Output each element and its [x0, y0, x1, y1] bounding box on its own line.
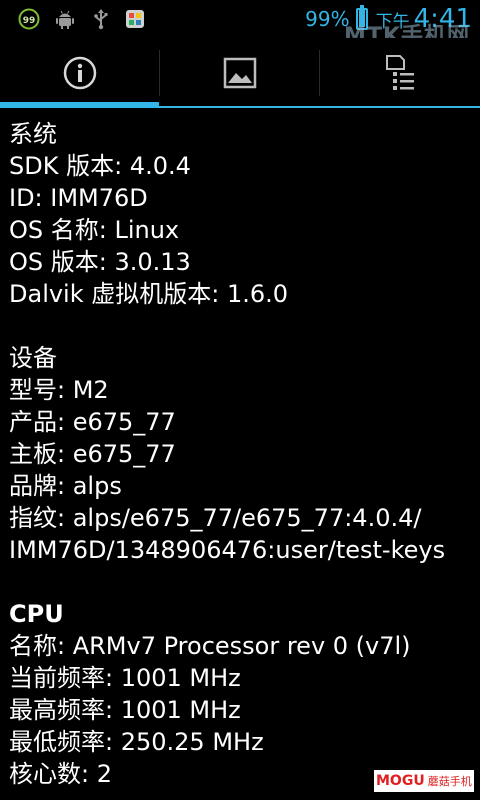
device-model: 型号: M2 — [9, 376, 109, 404]
watermark-bottom-cn: 蘑菇手机 — [427, 775, 472, 788]
device-info-content: 系统 SDK 版本: 4.0.4 ID: IMM76D OS 名称: Linux… — [9, 118, 474, 790]
device-product: 产品: e675_77 — [9, 408, 176, 436]
tab-selected-indicator — [0, 102, 159, 108]
os-name: OS 名称: Linux — [9, 216, 180, 244]
cpu-min-freq: 最低频率: 250.25 MHz — [9, 728, 264, 756]
badge-text: 99 — [23, 16, 36, 26]
watermark-bottom-brand: MOGU — [376, 773, 425, 789]
battery-icon — [355, 5, 368, 30]
android-icon — [54, 8, 76, 30]
info-icon — [63, 56, 96, 90]
os-version: OS 版本: 3.0.13 — [9, 248, 191, 276]
tab-bar — [0, 38, 480, 108]
cpu-name: 名称: ARMv7 Processor rev 0 (v7l) — [9, 632, 411, 660]
tab-image[interactable] — [161, 38, 319, 108]
dalvik-version: Dalvik 虚拟机版本: 1.6.0 — [9, 280, 289, 308]
section-title-system: 系统 — [9, 120, 57, 148]
device-board: 主板: e675_77 — [9, 440, 176, 468]
battery-percent: 99% — [305, 7, 350, 31]
status-right: 99% 下午 4:41 — [305, 4, 472, 34]
cpu-current-freq: 当前频率: 1001 MHz — [9, 664, 241, 692]
clock: 4:41 — [413, 4, 472, 34]
tab-divider — [159, 50, 160, 96]
usb-icon — [90, 8, 112, 30]
device-fingerprint-line1: 指纹: alps/e675_77/e675_77:4.0.4/ — [9, 504, 422, 532]
device-fingerprint-line2: IMM76D/1348906476:user/test-keys — [9, 536, 446, 564]
section-title-device: 设备 — [9, 344, 57, 372]
build-id: ID: IMM76D — [9, 184, 148, 212]
app-notification-icon — [124, 8, 146, 30]
section-title-cpu: CPU — [9, 600, 64, 628]
sdk-version: SDK 版本: 4.0.4 — [9, 152, 191, 180]
badge-99-icon: 99 — [18, 8, 40, 30]
list-icon — [385, 55, 414, 90]
image-icon — [223, 57, 257, 89]
device-brand: 品牌: alps — [9, 472, 122, 500]
status-bar: 99 99% 下午 4:41 MTK手机网 — [0, 0, 480, 62]
tab-list[interactable] — [321, 38, 480, 108]
tab-divider — [319, 50, 320, 96]
tab-info[interactable] — [0, 38, 159, 108]
ampm-label: 下午 — [375, 11, 410, 32]
battery-fill — [358, 9, 365, 27]
watermark-bottom: MOGU 蘑菇手机 — [374, 770, 474, 792]
cpu-max-freq: 最高频率: 1001 MHz — [9, 696, 241, 724]
